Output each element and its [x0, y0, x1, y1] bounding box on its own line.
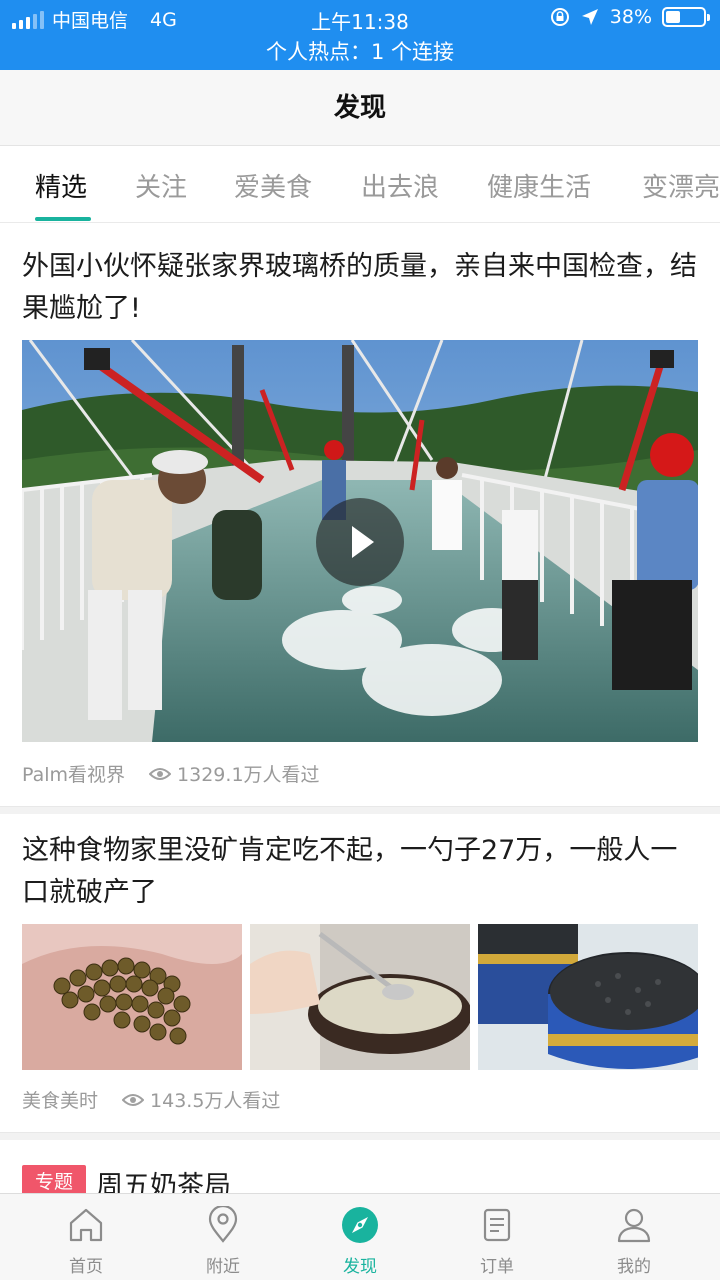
caviar-hand-image — [22, 924, 242, 1070]
tab-following[interactable]: 关注 — [135, 167, 187, 204]
nav-home[interactable]: 首页 — [14, 1194, 158, 1280]
nav-orders-label: 订单 — [480, 1257, 514, 1277]
caviar-tin-image — [478, 924, 698, 1070]
article-image[interactable] — [478, 924, 698, 1070]
nav-discover-label: 发现 — [343, 1257, 377, 1277]
tab-healthy-living[interactable]: 健康生活 — [487, 167, 591, 204]
hotspot-banner[interactable]: 个人热点：1 个连接 — [0, 36, 720, 66]
nav-nearby[interactable]: 附近 — [151, 1194, 295, 1280]
article-title[interactable]: 外国小伙怀疑张家界玻璃桥的质量，亲自来中国检查，结果尴尬了! — [22, 246, 698, 330]
article-title[interactable]: 这种食物家里没矿肯定吃不起，一勺子27万，一般人一口就破产了 — [22, 830, 698, 914]
rotation-lock-icon — [550, 8, 569, 26]
battery-percent: 38% — [609, 6, 652, 28]
bottom-navigation: 首页 附近 发现 订单 我的 — [0, 1193, 720, 1280]
status-bar: 中国电信 4G 上午11:38 38% 个人热点：1 个连接 — [0, 0, 720, 70]
tab-food[interactable]: 爱美食 — [234, 167, 312, 204]
nav-nearby-label: 附近 — [206, 1257, 240, 1277]
article-source[interactable]: Palm看视界 — [22, 760, 125, 787]
active-tab-indicator — [35, 217, 91, 221]
profile-icon — [617, 1208, 651, 1243]
article-source[interactable]: 美食美时 — [22, 1086, 98, 1113]
compass-icon — [342, 1207, 378, 1243]
tab-beauty[interactable]: 变漂亮 — [642, 167, 720, 204]
divider — [0, 1132, 720, 1140]
tab-travel[interactable]: 出去浪 — [361, 167, 439, 204]
nav-profile-label: 我的 — [617, 1257, 651, 1277]
nav-profile[interactable]: 我的 — [562, 1194, 706, 1280]
article-video-thumbnail[interactable] — [22, 340, 698, 742]
location-arrow-icon — [581, 9, 598, 25]
tab-featured[interactable]: 精选 — [35, 167, 87, 204]
divider — [0, 806, 720, 814]
battery-icon — [662, 7, 710, 27]
article-image[interactable] — [22, 924, 242, 1070]
article-views: 143.5万人看过 — [150, 1090, 281, 1112]
page-title: 发现 — [333, 93, 386, 123]
order-list-icon — [483, 1208, 511, 1242]
eye-icon — [122, 1093, 145, 1106]
nav-discover[interactable]: 发现 — [288, 1194, 432, 1280]
article-views: 1329.1万人看过 — [177, 764, 320, 786]
category-tabs: 精选 关注 爱美食 出去浪 健康生活 变漂亮 — [0, 147, 720, 223]
nav-orders[interactable]: 订单 — [425, 1194, 569, 1280]
nav-home-label: 首页 — [69, 1257, 103, 1277]
soup-spoon-image — [250, 924, 470, 1070]
page-header: 发现 — [0, 70, 720, 146]
play-button-icon[interactable] — [316, 498, 404, 586]
eye-icon — [149, 767, 172, 780]
home-icon — [69, 1208, 103, 1242]
location-pin-icon — [208, 1206, 238, 1243]
article-image[interactable] — [250, 924, 470, 1070]
